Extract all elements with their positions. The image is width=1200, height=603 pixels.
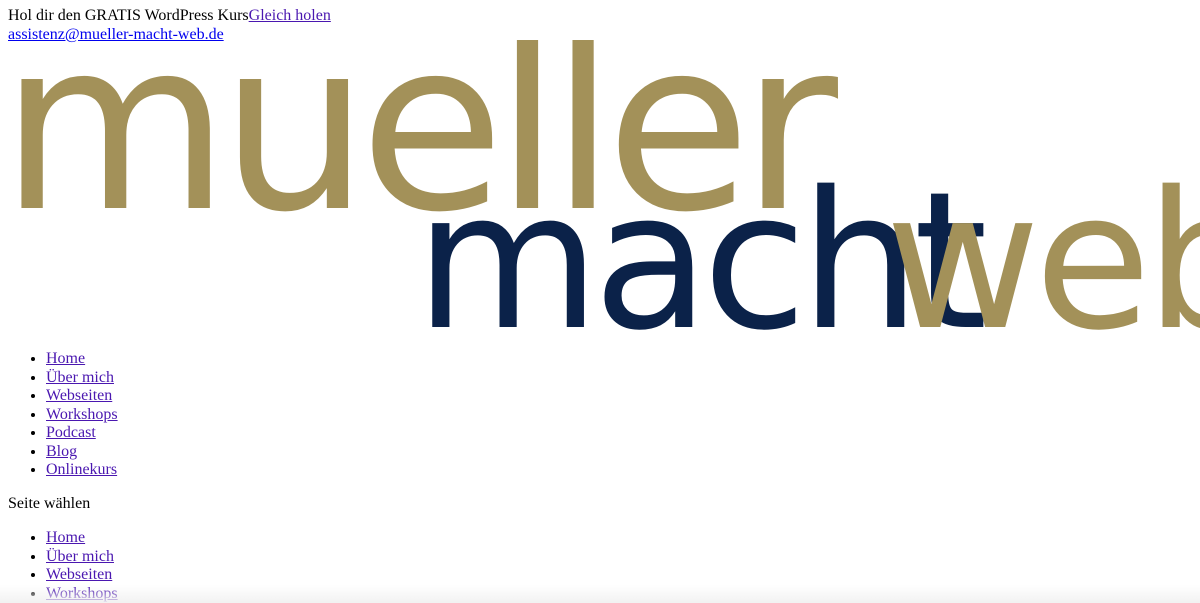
nav-item-onlinekurs: Onlinekurs <box>46 461 118 480</box>
promo-line: Hol dir den GRATIS WordPress KursGleich … <box>8 7 331 26</box>
nav-item-home: Home <box>46 350 118 369</box>
nav-link-blog[interactable]: Blog <box>46 443 77 460</box>
nav-link-onlinekurs[interactable]: Onlinekurs <box>46 461 117 478</box>
mobile-nav-item-home: Home <box>46 529 118 548</box>
nav-link-webseiten[interactable]: Webseiten <box>46 387 112 404</box>
nav-link-podcast[interactable]: Podcast <box>46 424 96 441</box>
mobile-navigation: Home Über mich Webseiten Workshops <box>0 529 118 603</box>
nav-item-workshops: Workshops <box>46 406 118 425</box>
nav-item-ueber-mich: Über mich <box>46 369 118 388</box>
top-bar: Hol dir den GRATIS WordPress KursGleich … <box>8 7 331 44</box>
bottom-fade-overlay <box>0 585 1200 603</box>
nav-item-podcast: Podcast <box>46 424 118 443</box>
logo-graphic: mueller macht web <box>0 40 1200 340</box>
mobile-nav-link-webseiten[interactable]: Webseiten <box>46 566 112 583</box>
nav-link-ueber-mich[interactable]: Über mich <box>46 369 114 386</box>
site-logo[interactable]: mueller macht web <box>0 40 1200 340</box>
nav-link-home[interactable]: Home <box>46 350 85 367</box>
mobile-nav-item-webseiten: Webseiten <box>46 566 118 585</box>
mobile-nav-link-home[interactable]: Home <box>46 529 85 546</box>
nav-link-workshops[interactable]: Workshops <box>46 406 118 423</box>
mobile-nav-item-workshops: Workshops <box>46 585 118 603</box>
nav-item-webseiten: Webseiten <box>46 387 118 406</box>
main-navigation: Home Über mich Webseiten Workshops Podca… <box>0 350 118 480</box>
promo-text: Hol dir den GRATIS WordPress Kurs <box>8 7 249 24</box>
mobile-nav-item-ueber-mich: Über mich <box>46 548 118 567</box>
mobile-nav-link-ueber-mich[interactable]: Über mich <box>46 548 114 565</box>
promo-link[interactable]: Gleich holen <box>249 7 331 24</box>
mobile-nav-link-workshops[interactable]: Workshops <box>46 585 118 602</box>
select-page-toggle[interactable]: Seite wählen <box>8 495 90 514</box>
nav-item-blog: Blog <box>46 443 118 462</box>
logo-word-web: web <box>885 151 1200 340</box>
